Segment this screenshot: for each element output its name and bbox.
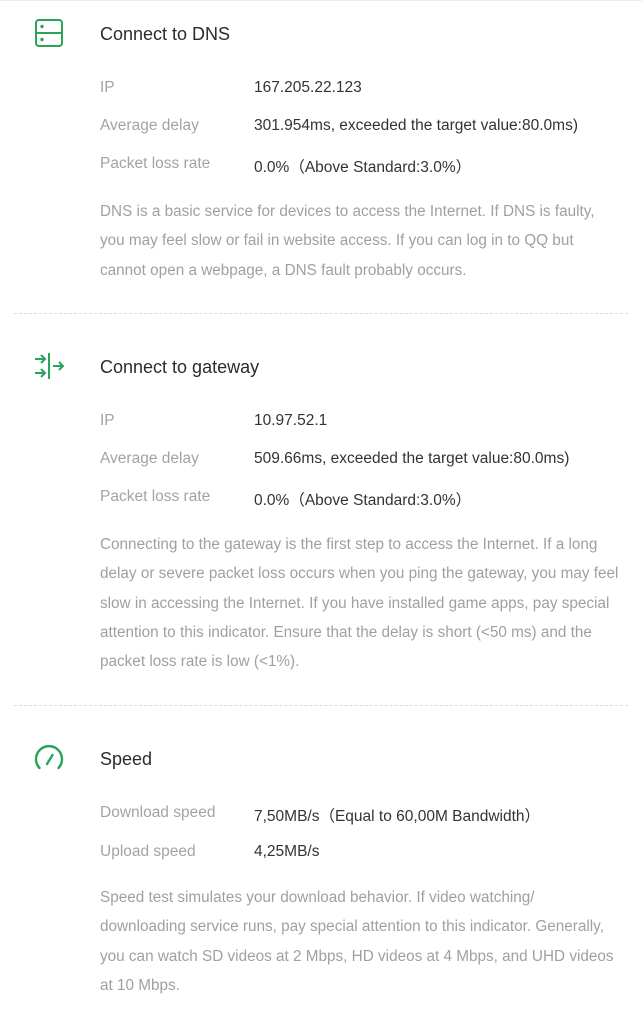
dns-loss-label: Packet loss rate [100,155,211,172]
section-divider [14,313,628,314]
top-divider [0,0,642,1]
dns-delay-label: Average delay [100,117,199,134]
download-speed-label: Download speed [100,804,216,821]
gateway-loss-label: Packet loss rate [100,488,211,505]
gateway-ip-row: IP 10.97.52.1 [100,412,622,436]
gateway-loss-row: Packet loss rate 0.0%（Above Standard:3.0… [100,488,622,512]
gateway-loss-value: 0.0%（Above Standard:3.0%） [254,492,472,509]
dns-ip-row: IP 167.205.22.123 [100,79,622,103]
dns-ip-value: 167.205.22.123 [254,79,362,96]
dns-loss-row: Packet loss rate 0.0%（Above Standard:3.0… [100,155,622,179]
gateway-description: Connecting to the gateway is the first s… [100,536,619,671]
gateway-delay-value: 509.66ms, exceeded the target value:80.0… [254,450,570,467]
dns-section-title: Connect to DNS [100,24,231,44]
download-speed-row: Download speed 7,50MB/s（Equal to 60,00M … [100,804,622,828]
section-divider [14,705,628,706]
download-speed-value: 7,50MB/s（Equal to 60,00M Bandwidth） [254,808,541,825]
dns-delay-value: 301.954ms, exceeded the target value:80.… [254,117,578,134]
gateway-section-title: Connect to gateway [100,357,260,377]
upload-speed-label: Upload speed [100,843,196,860]
dns-ip-label: IP [100,79,115,96]
upload-speed-value: 4,25MB/s [254,843,320,860]
speed-description: Speed test simulates your download behav… [100,889,614,994]
dns-delay-row: Average delay 301.954ms, exceeded the ta… [100,117,622,141]
gateway-delay-row: Average delay 509.66ms, exceeded the tar… [100,450,622,474]
speed-section-title: Speed [100,749,153,769]
dns-loss-value: 0.0%（Above Standard:3.0%） [254,159,472,176]
dns-description: DNS is a basic service for devices to ac… [100,203,595,279]
gateway-ip-value: 10.97.52.1 [254,412,328,429]
upload-speed-row: Upload speed 4,25MB/s [100,843,622,867]
speedometer-icon [34,745,64,770]
gateway-delay-label: Average delay [100,450,199,467]
gateway-arrows-icon [35,353,64,379]
gateway-ip-label: IP [100,412,115,429]
server-icon [35,19,63,47]
